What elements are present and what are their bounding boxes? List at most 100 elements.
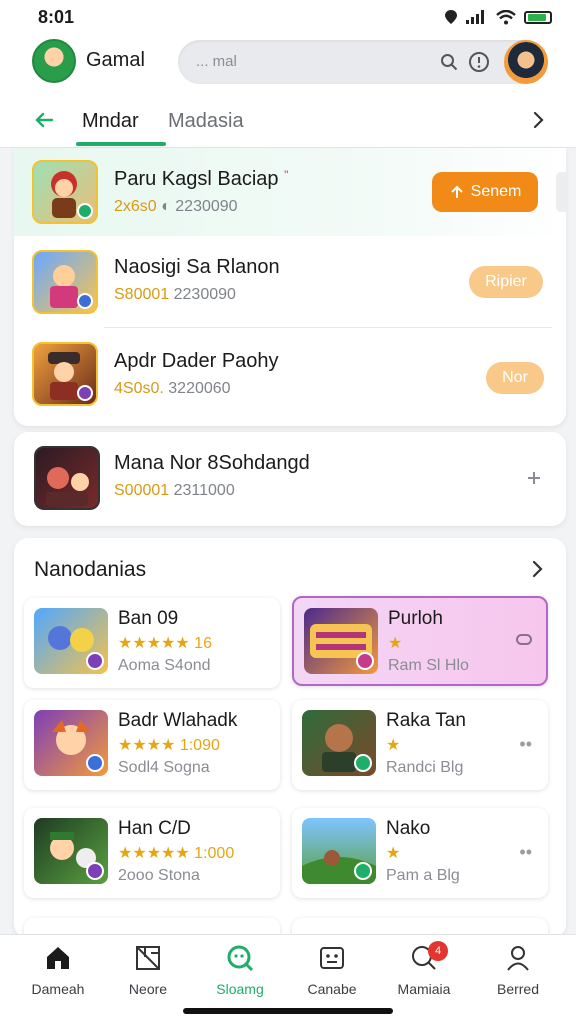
search-icon[interactable]: [440, 53, 458, 71]
search-bar[interactable]: ... mal: [178, 40, 548, 84]
action-button[interactable]: Ripier: [469, 266, 543, 298]
recommended-section: Nanodanias Ban 09 ★★★★★ 16 Aoma S4ond Pu…: [14, 538, 566, 938]
badge-icon: [77, 385, 93, 401]
tile-rating: ★★★★★ 1:000: [118, 845, 235, 862]
chevron-right-icon[interactable]: [526, 558, 548, 580]
info-icon[interactable]: [468, 51, 490, 73]
game-thumbnail: [302, 818, 376, 884]
back-arrow-icon[interactable]: [32, 108, 56, 132]
status-icons: [444, 9, 552, 25]
action-button[interactable]: Nor: [486, 362, 544, 394]
game-thumbnail: [32, 160, 98, 224]
nav-label: Mamiaia: [397, 981, 451, 997]
tile-subtitle: 2ooo Stona: [118, 867, 200, 884]
game-thumbnail: [34, 818, 108, 884]
game-tile[interactable]: Purloh ★ Ram Sl Hlo: [292, 596, 548, 686]
tile-title: Nako: [386, 818, 431, 839]
tile-rating: ★: [386, 845, 401, 862]
tile-rating: ★: [388, 635, 403, 652]
item-meta: 4S0s0. 3220060: [114, 380, 231, 397]
featured-item[interactable]: Mana Nor 8Sohdangd S00001 2311000: [14, 432, 566, 526]
plus-icon[interactable]: [526, 470, 542, 486]
nav-label: Neore: [128, 981, 168, 997]
tile-title: Ban 09: [118, 608, 179, 629]
game-tile[interactable]: Ban 09 ★★★★★ 16 Aoma S4ond: [24, 598, 280, 688]
tile-subtitle: Aoma S4ond: [118, 657, 211, 674]
news-icon: [136, 946, 160, 970]
section-title: Nanodanias: [34, 558, 147, 581]
nav-item-mamiaia[interactable]: 4 Mamiaia: [384, 941, 464, 997]
search-icon: [227, 945, 254, 972]
app-avatar[interactable]: [32, 39, 76, 83]
ranked-list: Paru Kagsl Baciap " 2x6s0 ◐ 2230090 Sene…: [14, 148, 566, 426]
tab-mndar[interactable]: Mndar: [82, 110, 139, 133]
nav-item-canabe[interactable]: Canabe: [292, 943, 372, 997]
app-header: Gamal ... mal: [0, 34, 576, 98]
tab-active-indicator: [76, 142, 166, 146]
app-title: Gamal: [86, 49, 145, 71]
game-tile[interactable]: Nako ★ Pam a Blg ••: [292, 808, 548, 898]
nav-item-neore[interactable]: Neore: [108, 943, 188, 997]
game-tile[interactable]: Badr Wlahadk ★★★★ 1:090 Sodl4 Sogna: [24, 700, 280, 790]
item-title: Apdr Dader Paohy: [114, 350, 279, 372]
toggle-icon[interactable]: [516, 634, 532, 645]
tile-subtitle: Pam a Blg: [386, 867, 460, 884]
tile-title: Han C/D: [118, 818, 191, 839]
list-item[interactable]: Apdr Dader Paohy 4S0s0. 3220060 Nor: [14, 330, 566, 422]
nav-item-dameah[interactable]: Dameah: [18, 943, 98, 997]
more-options-icon[interactable]: ••: [519, 734, 532, 755]
notification-badge: 4: [428, 941, 448, 961]
scroll-handle[interactable]: [556, 172, 566, 212]
robot-icon: [320, 947, 344, 969]
home-indicator: [183, 1008, 393, 1014]
user-avatar[interactable]: [504, 40, 548, 84]
nav-label: Canabe: [307, 981, 357, 997]
nav-item-berred[interactable]: Berred: [478, 943, 558, 997]
nav-label: Berred: [496, 981, 540, 997]
game-thumbnail: [34, 446, 100, 510]
game-tile[interactable]: Raka Tan ★ Randci Blg ••: [292, 700, 548, 790]
status-bar: 8:01: [0, 0, 576, 34]
badge-icon: [86, 754, 104, 772]
location-icon: [445, 10, 457, 24]
more-options-icon[interactable]: ••: [519, 842, 532, 863]
badge-icon: [77, 203, 93, 219]
tile-rating: ★★★★★ 16: [118, 635, 212, 652]
badge-icon: [77, 293, 93, 309]
game-thumbnail: [302, 710, 376, 776]
search-input[interactable]: ... mal: [196, 53, 237, 70]
battery-icon: [524, 10, 552, 24]
item-title: Mana Nor 8Sohdangd: [114, 452, 310, 474]
badge-icon: [86, 862, 104, 880]
game-thumbnail: [32, 342, 98, 406]
game-thumbnail: [34, 710, 108, 776]
tile-title: Raka Tan: [386, 710, 466, 731]
tile-rating: ★★★★ 1:090: [118, 737, 220, 754]
nav-label: Sloamg: [216, 981, 264, 997]
character-icon: [46, 467, 89, 506]
tab-bar: Mndar Madasia: [0, 98, 576, 148]
divider: [104, 327, 552, 328]
item-meta: 2x6s0 ◐ 2230090: [114, 198, 238, 215]
status-time: 8:01: [38, 6, 75, 27]
tile-subtitle: Randci Blg: [386, 759, 464, 776]
nav-item-sloamg[interactable]: Sloamg: [200, 943, 280, 997]
list-item[interactable]: Paru Kagsl Baciap " 2x6s0 ◐ 2230090 Sene…: [14, 148, 566, 236]
tile-rating: ★: [386, 737, 401, 754]
game-thumbnail: [34, 608, 108, 674]
badge-icon: [354, 754, 372, 772]
item-title: Paru Kagsl Baciap ": [114, 168, 289, 190]
signal-icon: [466, 10, 484, 24]
install-button[interactable]: Senem: [432, 172, 538, 212]
game-tile[interactable]: Han C/D ★★★★★ 1:000 2ooo Stona: [24, 808, 280, 898]
download-icon: [450, 185, 463, 198]
badge-icon: [354, 862, 372, 880]
home-icon: [47, 947, 69, 969]
chevron-right-icon[interactable]: [526, 108, 550, 132]
nav-label: Dameah: [31, 981, 85, 997]
tile-title: Purloh: [388, 608, 443, 629]
tab-madasia[interactable]: Madasia: [168, 110, 244, 133]
item-meta: S80001 2230090: [114, 286, 236, 303]
list-item[interactable]: Naosigi Sa Rlanon S80001 2230090 Ripier: [14, 236, 566, 328]
badge-icon: [356, 652, 374, 670]
